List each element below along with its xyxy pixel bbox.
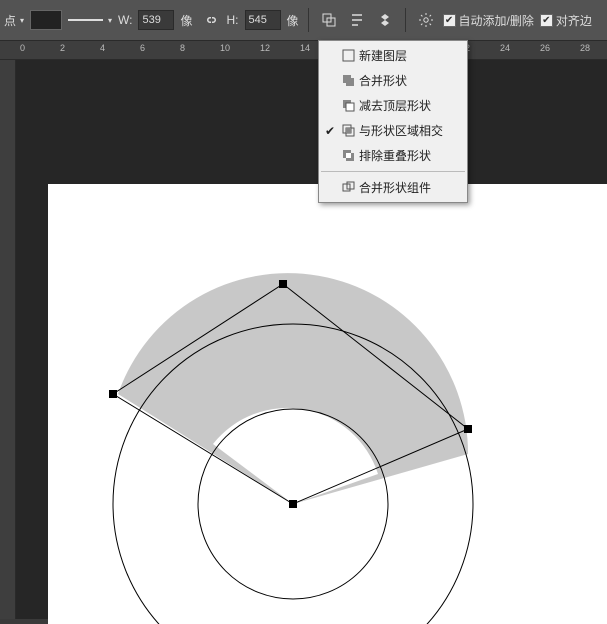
height-label: H: <box>227 13 239 27</box>
new-layer-icon <box>341 49 355 63</box>
menu-item-label: 合并形状 <box>359 72 407 89</box>
menu-item-label: 新建图层 <box>359 47 407 64</box>
pathops-button[interactable] <box>318 9 340 31</box>
menu-separator <box>321 171 465 172</box>
width-input[interactable] <box>138 10 174 30</box>
ruler-horizontal[interactable]: 0246810121416182022242628 <box>0 40 607 60</box>
check-icon: ✔ <box>325 124 335 138</box>
menu-item-subtract[interactable]: 减去顶层形状 <box>319 93 467 118</box>
workspace <box>0 60 607 619</box>
subtract-icon <box>341 99 355 113</box>
options-bar: 点 ▾ ▾ W: 像 H: 像 ✔ 自动添加/删除 ✔ 对齐边 <box>0 0 607 40</box>
fill-swatch[interactable] <box>30 10 62 30</box>
chevron-down-icon: ▾ <box>108 16 112 25</box>
menu-item-intersect[interactable]: ✔ 与形状区域相交 <box>319 118 467 143</box>
gear-icon[interactable] <box>415 9 437 31</box>
align-button[interactable] <box>346 9 368 31</box>
exclude-icon <box>341 149 355 163</box>
snap-edges-label: 对齐边 <box>556 12 592 29</box>
width-label: W: <box>118 13 132 27</box>
chevron-down-icon: ▾ <box>20 16 24 25</box>
arrange-button[interactable] <box>374 9 396 31</box>
combine-icon <box>341 74 355 88</box>
menu-item-label: 合并形状组件 <box>359 179 431 196</box>
menu-item-new-layer[interactable]: 新建图层 <box>319 43 467 68</box>
intersect-icon <box>341 124 355 138</box>
menu-item-combine[interactable]: 合并形状 <box>319 68 467 93</box>
menu-item-label: 排除重叠形状 <box>359 147 431 164</box>
auto-add-delete-checkbox[interactable]: ✔ 自动添加/删除 <box>443 12 534 29</box>
canvas-artwork <box>48 184 607 624</box>
points-dropdown[interactable]: 点 ▾ <box>4 12 24 29</box>
height-unit: 像 <box>287 12 299 29</box>
menu-item-merge-components[interactable]: 合并形状组件 <box>319 175 467 200</box>
check-icon: ✔ <box>540 14 553 27</box>
pathops-menu: 新建图层合并形状减去顶层形状 ✔ 与形状区域相交排除重叠形状合并形状组件 <box>318 40 468 203</box>
points-label: 点 <box>4 12 16 29</box>
width-unit: 像 <box>180 12 192 29</box>
snap-edges-checkbox[interactable]: ✔ 对齐边 <box>540 12 592 29</box>
merge-icon <box>341 181 355 195</box>
menu-item-exclude[interactable]: 排除重叠形状 <box>319 143 467 168</box>
check-icon: ✔ <box>443 14 456 27</box>
link-icon[interactable] <box>199 9 221 31</box>
height-input[interactable] <box>245 10 281 30</box>
menu-item-label: 与形状区域相交 <box>359 122 443 139</box>
ruler-vertical[interactable] <box>0 60 16 619</box>
canvas[interactable] <box>48 184 607 624</box>
auto-add-delete-label: 自动添加/删除 <box>459 12 534 29</box>
stroke-style[interactable]: ▾ <box>68 13 112 27</box>
menu-item-label: 减去顶层形状 <box>359 97 431 114</box>
